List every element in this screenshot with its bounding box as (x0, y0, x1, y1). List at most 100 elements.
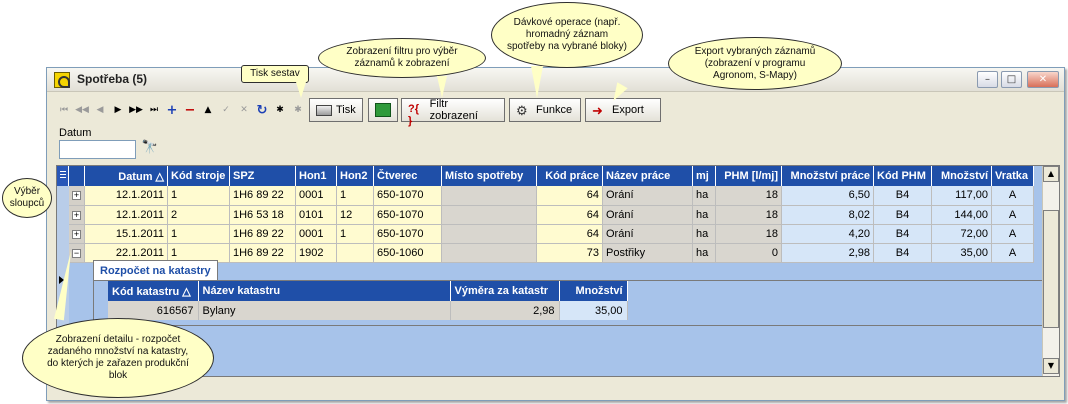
table-cell[interactable] (441, 205, 537, 225)
header-kod-stroje[interactable]: Kód stroje (167, 166, 230, 186)
last-record-icon[interactable]: ⏭ (147, 103, 161, 117)
delete-record-icon[interactable]: − (183, 103, 197, 118)
table-cell[interactable] (441, 243, 537, 263)
table-cell[interactable]: Orání (602, 186, 693, 206)
table-cell[interactable]: 4,20 (781, 224, 874, 244)
header-hon2[interactable]: Hon2 (336, 166, 374, 186)
table-cell[interactable] (441, 224, 537, 244)
header-mnozstvi-prace[interactable]: Množství práce (781, 166, 874, 186)
add-record-icon[interactable]: + (165, 103, 179, 118)
excel-button[interactable] (368, 98, 398, 122)
tab-rozpocet-na-katastry[interactable]: Rozpočet na katastry (93, 260, 218, 280)
table-cell[interactable]: B4 (873, 224, 932, 244)
table-cell[interactable]: 18 (715, 186, 782, 206)
table-cell[interactable] (336, 243, 374, 263)
table-cell[interactable]: B4 (873, 205, 932, 225)
table-cell[interactable]: 650-1070 (373, 224, 442, 244)
header-phm[interactable]: PHM [l/mj] (715, 166, 782, 186)
header-mj[interactable]: mj (692, 166, 716, 186)
expander-box[interactable]: + (72, 191, 81, 201)
table-cell[interactable]: 2 (167, 205, 230, 225)
table-cell[interactable]: 73 (536, 243, 603, 263)
next-page-icon[interactable]: ▶▶ (129, 103, 143, 117)
table-cell[interactable]: 0001 (295, 224, 337, 244)
header-datum[interactable]: Datum △ (84, 166, 168, 186)
options-icon[interactable]: ✱ (273, 103, 287, 117)
table-cell[interactable]: A (991, 205, 1034, 225)
table-cell[interactable]: ha (692, 205, 716, 225)
close-button[interactable]: ✕ (1027, 71, 1059, 88)
table-cell[interactable]: 1 (336, 224, 374, 244)
table-cell[interactable]: 15.1.2011 (84, 224, 168, 244)
binoculars-icon[interactable]: 🔭 (140, 140, 160, 159)
table-cell[interactable]: 6,50 (781, 186, 874, 206)
table-cell[interactable]: 12.1.2011 (84, 186, 168, 206)
table-cell[interactable]: 1 (167, 224, 230, 244)
table-cell[interactable]: 2,98 (781, 243, 874, 263)
table-cell[interactable]: 1H6 89 22 (229, 186, 296, 206)
table-cell[interactable]: 1 (336, 186, 374, 206)
table-cell[interactable]: A (991, 186, 1034, 206)
detail-header-nazev-katastru[interactable]: Název katastru (198, 281, 451, 301)
row-expander-icon[interactable]: + (69, 186, 85, 206)
table-cell[interactable]: 12.1.2011 (84, 205, 168, 225)
functions-button[interactable]: ⚙ Funkce (509, 98, 581, 122)
table-cell[interactable]: B4 (873, 243, 932, 263)
table-cell[interactable]: 64 (536, 224, 603, 244)
header-spz[interactable]: SPZ (229, 166, 296, 186)
table-cell[interactable] (441, 186, 537, 206)
table-cell[interactable]: 0001 (295, 186, 337, 206)
table-cell[interactable]: ha (692, 243, 716, 263)
table-cell[interactable]: 650-1070 (373, 186, 442, 206)
table-cell[interactable]: ha (692, 224, 716, 244)
header-hon1[interactable]: Hon1 (295, 166, 337, 186)
table-row[interactable]: +12.1.2011 1 1H6 89 22 0001 1 650-1070 64 Orání… (69, 186, 1034, 206)
table-cell[interactable]: Postřiky (602, 243, 693, 263)
options-disabled-icon[interactable]: ✱ (291, 103, 305, 117)
table-cell[interactable]: 0101 (295, 205, 337, 225)
minimize-button[interactable]: – (977, 71, 998, 88)
scroll-up-icon[interactable]: ▲ (1043, 166, 1059, 182)
print-button[interactable]: Tisk (309, 98, 363, 122)
detail-header-kod-katastru[interactable]: Kód katastru △ (108, 281, 199, 301)
table-cell[interactable]: 18 (715, 224, 782, 244)
detail-cell[interactable]: 35,00 (559, 301, 628, 320)
table-cell[interactable]: 650-1060 (373, 243, 442, 263)
prev-record-icon[interactable]: ◀ (93, 103, 107, 117)
next-record-icon[interactable]: ▶ (111, 103, 125, 117)
table-cell[interactable]: 144,00 (931, 205, 992, 225)
filter-button[interactable]: ?{ } Filtr zobrazení (401, 98, 505, 127)
detail-cell[interactable]: Bylany (198, 301, 451, 320)
maximize-button[interactable]: □ (1001, 71, 1022, 88)
date-filter-input[interactable] (59, 140, 136, 159)
table-cell[interactable]: 64 (536, 186, 603, 206)
table-row[interactable]: +15.1.2011 1 1H6 89 22 0001 1 650-1070 64 Orání… (69, 224, 1034, 244)
table-row[interactable]: +12.1.2011 2 1H6 53 18 0101 12 650-1070 64 Orán… (69, 205, 1034, 225)
detail-header-vymera[interactable]: Výměra za katastr (450, 281, 560, 301)
table-cell[interactable]: 64 (536, 205, 603, 225)
table-cell[interactable]: 72,00 (931, 224, 992, 244)
header-vratka[interactable]: Vratka (991, 166, 1034, 186)
title-bar[interactable]: Spotřeba (5) – □ ✕ (47, 68, 1064, 92)
table-cell[interactable]: 117,00 (931, 186, 992, 206)
header-mnozstvi[interactable]: Množství (931, 166, 992, 186)
prev-page-icon[interactable]: ◀◀ (75, 103, 89, 117)
header-kod-phm[interactable]: Kód PHM (873, 166, 932, 186)
post-edit-icon[interactable]: ✓ (219, 103, 233, 117)
export-button[interactable]: ➜ Export (585, 98, 661, 122)
table-cell[interactable]: 1H6 89 22 (229, 243, 296, 263)
scroll-down-icon[interactable]: ▼ (1043, 358, 1059, 374)
scroll-thumb[interactable] (1043, 210, 1059, 328)
table-cell[interactable]: 1H6 89 22 (229, 224, 296, 244)
detail-row[interactable]: 616567 Bylany 2,98 35,00 (108, 301, 628, 320)
table-cell[interactable]: 1 (167, 186, 230, 206)
expander-box[interactable]: + (72, 210, 81, 220)
table-cell[interactable]: 0 (715, 243, 782, 263)
table-cell[interactable]: 18 (715, 205, 782, 225)
header-kod-prace[interactable]: Kód práce (536, 166, 603, 186)
table-cell[interactable]: 35,00 (931, 243, 992, 263)
table-cell[interactable]: B4 (873, 186, 932, 206)
table-cell[interactable]: 650-1070 (373, 205, 442, 225)
row-expander-icon[interactable]: + (69, 224, 85, 244)
header-nazev-prace[interactable]: Název práce (602, 166, 693, 186)
